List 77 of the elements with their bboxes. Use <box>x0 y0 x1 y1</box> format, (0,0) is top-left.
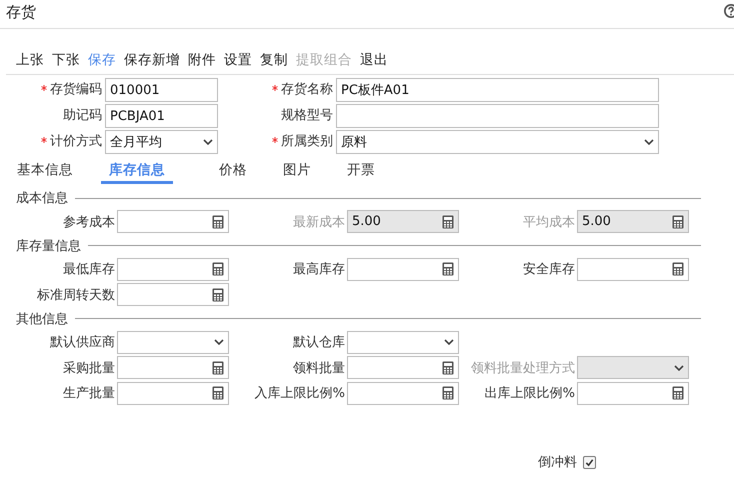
chevron-icon <box>644 139 654 145</box>
number-field[interactable] <box>347 258 459 281</box>
field-label: 采购批量 <box>62 360 116 377</box>
input-field[interactable]: PCBJA01 <box>105 104 218 128</box>
checkbox-label: 倒冲料 <box>538 454 577 471</box>
field-label: 规格型号 <box>281 107 333 125</box>
field-label: 标准周转天数 <box>36 286 116 304</box>
section-title: 成本信息 <box>16 190 68 207</box>
field-label: 计价方式 <box>50 133 102 151</box>
input-field[interactable]: PC板件A01 <box>336 78 659 102</box>
toolbar-button[interactable]: 上张 <box>16 49 44 74</box>
number-field[interactable] <box>577 258 689 281</box>
toolbar-button[interactable]: 附件 <box>188 49 216 74</box>
toolbar-button[interactable]: 保存新增 <box>124 49 180 74</box>
chevron-icon <box>214 339 224 346</box>
number-field[interactable] <box>117 382 229 405</box>
toolbar-button[interactable]: 保存 <box>88 49 116 74</box>
number-field[interactable] <box>117 258 229 281</box>
section-title: 库存量信息 <box>16 238 81 254</box>
select-field[interactable]: 全月平均 <box>105 130 218 154</box>
field-label: 默认供应商 <box>49 334 116 352</box>
field-label: 参考成本 <box>62 214 116 231</box>
field-label: 最高库存 <box>292 261 346 278</box>
toolbar-button[interactable]: 退出 <box>360 49 388 74</box>
calculator-icon[interactable] <box>212 214 224 229</box>
calculator-icon[interactable] <box>442 360 454 375</box>
toolbar-button[interactable]: 下张 <box>52 49 80 74</box>
select-field[interactable]: 原料 <box>336 130 659 154</box>
input-field[interactable]: 010001 <box>105 78 218 102</box>
field-label: 存货名称 <box>281 81 333 99</box>
number-field[interactable] <box>117 356 229 380</box>
field-label: 入库上限比例% <box>254 385 346 402</box>
number-field[interactable] <box>117 283 229 306</box>
help-icon[interactable] <box>724 4 734 18</box>
tab[interactable]: 库存信息 <box>101 159 173 184</box>
field-label: 所属类别 <box>281 133 333 151</box>
number-field[interactable] <box>347 356 459 380</box>
chevron-icon <box>444 339 454 346</box>
field-label: 助记码 <box>63 107 102 125</box>
tab[interactable]: 价格 <box>219 159 247 184</box>
field-label: 领料批量 <box>292 360 346 377</box>
field-label: 默认仓库 <box>292 334 346 352</box>
number-field[interactable] <box>577 382 689 405</box>
field-label: 最新成本 <box>292 214 346 231</box>
calculator-icon[interactable] <box>442 214 454 229</box>
tab[interactable]: 基本信息 <box>17 159 73 184</box>
select-field[interactable] <box>577 356 689 380</box>
checkbox[interactable] <box>583 456 596 468</box>
window-title: 存货 <box>6 2 36 23</box>
field-label: 安全库存 <box>522 261 576 278</box>
calculator-icon[interactable] <box>442 262 454 276</box>
calculator-icon[interactable] <box>672 214 684 229</box>
select-field[interactable] <box>347 330 459 354</box>
number-field[interactable] <box>347 382 459 405</box>
field-label: 平均成本 <box>522 214 576 231</box>
section-title: 其他信息 <box>16 310 68 328</box>
calculator-icon[interactable] <box>212 386 224 400</box>
select-field[interactable] <box>117 330 229 354</box>
number-field[interactable] <box>117 210 229 234</box>
calculator-icon[interactable] <box>212 288 224 302</box>
chevron-icon <box>674 364 684 371</box>
toolbar-button[interactable]: 复制 <box>260 49 288 74</box>
calculator-icon[interactable] <box>442 386 454 400</box>
field-label: 存货编码 <box>50 81 102 99</box>
chevron-icon <box>203 139 213 145</box>
calculator-icon[interactable] <box>672 386 684 400</box>
field-label: 领料批量处理方式 <box>470 360 576 377</box>
toolbar-button[interactable]: 设置 <box>224 49 252 74</box>
calculator-icon[interactable] <box>672 262 684 276</box>
field-label: 最低库存 <box>62 261 116 278</box>
field-label: 生产批量 <box>62 385 116 402</box>
calculator-icon[interactable] <box>212 262 224 276</box>
input-field[interactable] <box>336 104 659 128</box>
tab[interactable]: 开票 <box>347 159 375 184</box>
field-label: 出库上限比例% <box>484 385 576 402</box>
tab[interactable]: 图片 <box>283 159 311 184</box>
calculator-icon[interactable] <box>212 360 224 375</box>
